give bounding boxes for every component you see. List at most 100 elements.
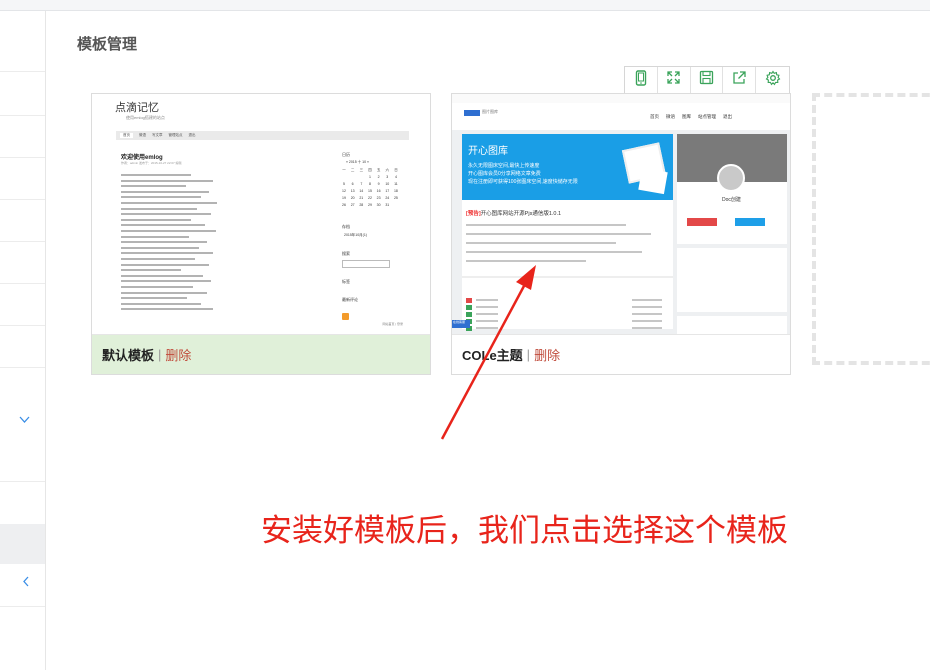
calendar-cell: 二: [350, 168, 355, 172]
calendar-cell: 18: [393, 189, 398, 193]
profile-button-red: [687, 218, 717, 226]
calendar-cell: 26: [342, 203, 346, 207]
article-title-text: 开心图库网站开源Pjs通信版1.0.1: [480, 211, 562, 217]
preview-nav-item: 微语: [666, 114, 675, 119]
preview-side-widget: [677, 316, 787, 334]
delete-template-link[interactable]: 删除: [165, 345, 191, 364]
calendar-cell: 25: [393, 196, 398, 200]
calendar-cell: 11: [394, 182, 398, 186]
preview-header: [452, 103, 790, 130]
preview-list-bullet: [466, 305, 472, 310]
chevron-left-icon[interactable]: [22, 576, 30, 590]
calendar-cell: 23: [376, 196, 381, 200]
save-icon: [699, 70, 714, 90]
calendar-cell: 19: [342, 196, 346, 200]
profile-button-blue: [735, 218, 765, 226]
calendar-cell: 31: [385, 203, 390, 207]
delete-template-link[interactable]: 删除: [534, 345, 560, 364]
calendar-cell: 12: [342, 189, 346, 193]
fullscreen-button[interactable]: [658, 67, 691, 93]
calendar-cell: 28: [359, 203, 364, 207]
preview-text-line: [121, 224, 205, 227]
template-preview-cole[interactable]: 图片图库 首页 微语 图库 站点管理 退出 开心图库 永久无限图床空间,最快上传…: [452, 94, 790, 334]
calendar-cell: 9: [377, 182, 380, 186]
template-card-default[interactable]: 点滴记忆 使用emlog搭建的站点 首页 微语 写文章 管理站点 退出 欢迎使用…: [91, 93, 431, 375]
preview-text-line: [121, 291, 207, 294]
article-prefix: [预告]: [466, 211, 481, 217]
template-card-footer: COLe主题 | 删除: [452, 334, 790, 374]
preview-nav-item: 写文章: [152, 133, 163, 137]
share-button[interactable]: [723, 67, 757, 93]
preview-text-line: [476, 320, 498, 322]
calendar-row: 一二三四五六日: [340, 168, 400, 175]
sidebar-divider: [0, 71, 45, 72]
preview-search-label: 搜索: [342, 251, 350, 256]
preview-banner: 开心图库 永久无限图床空间,最快上传速度 开心图库会员0分享网络文章免费 现在注…: [462, 134, 673, 200]
preview-text-line: [121, 302, 201, 305]
preview-text-line: [121, 246, 199, 249]
preview-calendar-title: « 2015 十 10 »: [346, 160, 369, 164]
preview-calendar: 一二三四五六日 1234 5 6 7 8 9 10 11 12 13 14 15 16 17 18 19…: [340, 168, 400, 210]
calendar-cell: 一: [342, 168, 346, 172]
sidebar-divider: [0, 367, 45, 368]
add-template-placeholder[interactable]: [812, 93, 930, 365]
preview-cole-canvas: 图片图库 首页 微语 图库 站点管理 退出 开心图库 永久无限图床空间,最快上传…: [452, 94, 790, 334]
calendar-cell: 1: [368, 175, 371, 179]
preview-search-input: [342, 260, 390, 268]
calendar-row: 19 20 21 22 23 24 25: [340, 196, 400, 203]
sidebar-divider: [0, 115, 45, 116]
calendar-cell: 14: [359, 189, 364, 193]
calendar-cell: 六: [385, 168, 390, 172]
calendar-cell: 10: [385, 182, 390, 186]
preview-profile-card: Doc创建: [677, 134, 787, 244]
preview-text-line: [632, 306, 662, 308]
annotation-text: 安装好模板后，我们点击选择这个模板: [261, 513, 788, 549]
preview-archive-item: 2015年10月(1): [344, 233, 367, 237]
preview-subtitle: 使用emlog搭建的站点: [126, 115, 165, 120]
calendar-cell: 24: [385, 196, 390, 200]
calendar-cell: 29: [368, 203, 372, 207]
top-bar: [0, 0, 930, 11]
preview-text-line: [121, 252, 213, 255]
preview-text-line: [121, 218, 191, 221]
calendar-cell: 4: [394, 175, 397, 179]
calendar-row: 5 6 7 8 9 10 11: [340, 182, 400, 189]
calendar-cell: 8: [368, 182, 371, 186]
page: 模板管理 点滴记忆 使用emlog搭建的站点 首页 微语 写文章 管理站点 退出…: [0, 0, 930, 670]
sidebar: [0, 11, 46, 670]
calendar-cell: 22: [368, 196, 372, 200]
banner-image-icon: [638, 167, 668, 195]
template-name: 默认模板: [102, 348, 155, 363]
template-card-cole[interactable]: 图片图库 首页 微语 图库 站点管理 退出 开心图库 永久无限图床空间,最快上传…: [451, 93, 791, 375]
calendar-cell: 17: [385, 189, 390, 193]
mobile-preview-button[interactable]: [625, 67, 658, 93]
template-preview-default[interactable]: 点滴记忆 使用emlog搭建的站点 首页 微语 写文章 管理站点 退出 欢迎使用…: [92, 94, 430, 334]
preview-nav-item: 退出: [723, 114, 732, 119]
preview-text-line: [121, 190, 209, 193]
preview-text-line: [121, 207, 197, 210]
preview-text-line: [121, 196, 201, 199]
preview-text-line: [466, 251, 642, 253]
calendar-cell: [349, 175, 357, 182]
calendar-cell: 21: [359, 196, 364, 200]
template-card-footer: 默认模板 | 删除: [92, 334, 430, 374]
preview-text-line: [476, 313, 498, 315]
preview-side-calendar-label: 日历: [342, 152, 350, 157]
preview-logo: 点滴记忆: [115, 101, 159, 114]
preview-nav-item: 管理站点: [168, 133, 183, 137]
preview-text-line: [121, 280, 211, 283]
chevron-down-icon[interactable]: [19, 415, 30, 427]
preview-text-line: [121, 297, 187, 300]
save-button[interactable]: [691, 67, 724, 93]
settings-button[interactable]: [756, 67, 789, 93]
preview-nav-item: 图库: [682, 114, 691, 119]
template-name: COLe主题: [462, 348, 523, 363]
calendar-cell: 20: [350, 196, 355, 200]
preview-list-bullet: [466, 298, 472, 303]
calendar-cell: 13: [350, 189, 355, 193]
separator: |: [526, 347, 531, 362]
preview-tag-label: 标签: [342, 279, 350, 284]
sidebar-item-active[interactable]: [0, 524, 45, 564]
calendar-cell: 6: [351, 182, 354, 186]
sidebar-divider: [0, 283, 45, 284]
